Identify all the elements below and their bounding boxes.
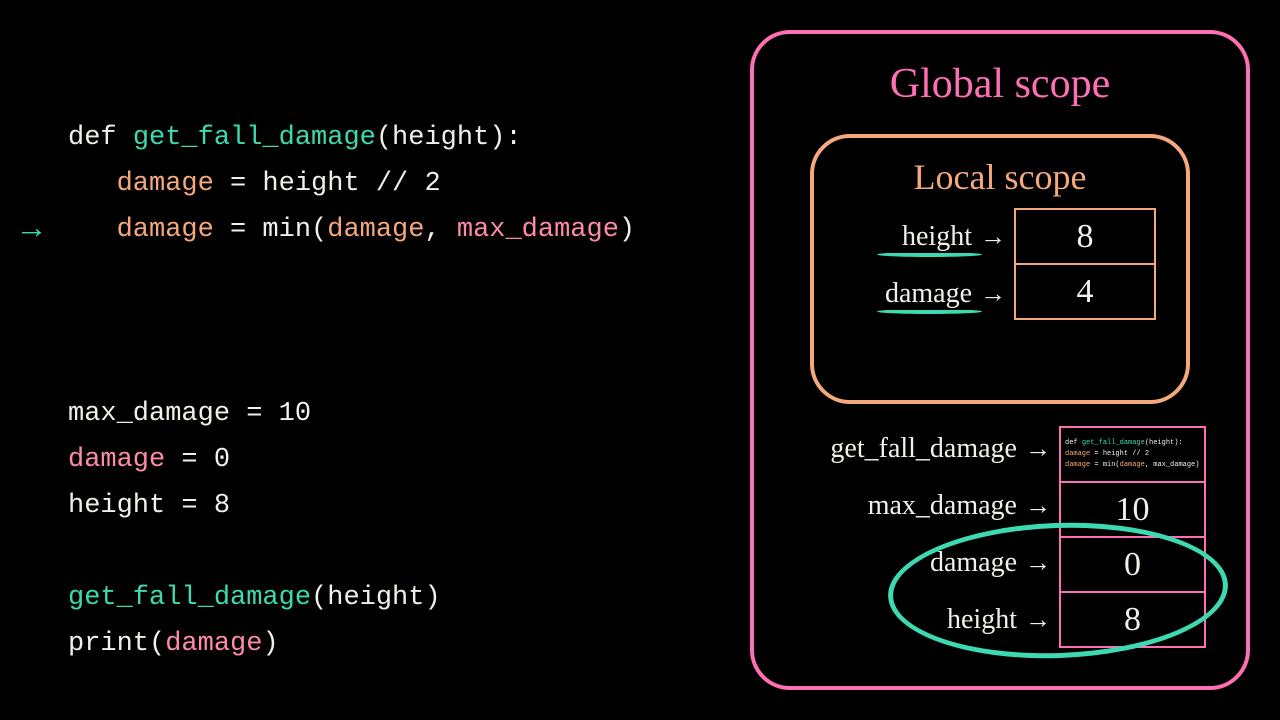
code-text: = 0 xyxy=(165,445,230,475)
code-text: = height // 2 xyxy=(214,169,441,199)
fn-call: get_fall_damage xyxy=(68,583,311,613)
local-scope-box: Local scope height → damage → 8 4 xyxy=(810,134,1190,404)
global-label-height: height → xyxy=(830,591,1051,648)
global-value-func: def get_fall_damage(height): damage = he… xyxy=(1060,427,1205,482)
global-value-damage: 0 xyxy=(1060,537,1205,592)
label-text: damage xyxy=(885,278,972,310)
label-text: max_damage xyxy=(868,490,1017,522)
global-label-func: get_fall_damage → xyxy=(830,420,1051,477)
global-value-height: 8 xyxy=(1060,592,1205,647)
code-line: max_damage = 10 xyxy=(68,399,311,429)
arg-damage: damage xyxy=(327,215,424,245)
print-arg: damage xyxy=(165,629,262,659)
fn-name: get_fall_damage xyxy=(133,123,376,153)
label-text: damage xyxy=(930,547,1017,579)
arrow-icon: → xyxy=(980,279,1006,309)
local-value-height: 8 xyxy=(1015,209,1155,264)
global-scope-title: Global scope xyxy=(754,60,1246,108)
var-damage: damage xyxy=(117,169,214,199)
var-damage-global: damage xyxy=(68,445,165,475)
global-labels: get_fall_damage → max_damage → damage → hei… xyxy=(830,420,1051,648)
code-text: ) xyxy=(619,215,635,245)
arrow-icon: → xyxy=(1025,434,1051,464)
code-block: def get_fall_damage(height): damage = he… xyxy=(68,115,635,667)
code-text: ) xyxy=(262,629,278,659)
code-text: (height): xyxy=(376,123,522,153)
local-scope-title: Local scope xyxy=(814,156,1186,198)
execution-arrow-icon: → xyxy=(22,211,41,248)
global-scope-box: Global scope Local scope height → damage →… xyxy=(750,30,1250,690)
var-damage: damage xyxy=(117,215,214,245)
code-text: (height) xyxy=(311,583,441,613)
indent xyxy=(68,215,117,245)
label-text: height xyxy=(947,604,1017,636)
arrow-icon: → xyxy=(1025,605,1051,635)
local-label-damage: damage → xyxy=(885,265,1006,322)
local-value-damage: 4 xyxy=(1015,264,1155,319)
label-text: height xyxy=(902,221,972,253)
arg-max-damage: max_damage xyxy=(457,215,619,245)
local-label-height: height → xyxy=(885,208,1006,265)
underline-icon xyxy=(877,309,982,314)
indent xyxy=(68,169,117,199)
kw-def: def xyxy=(68,123,133,153)
label-text: get_fall_damage xyxy=(830,433,1017,465)
global-label-damage: damage → xyxy=(830,534,1051,591)
arrow-icon: → xyxy=(1025,491,1051,521)
code-line: height = 8 xyxy=(68,491,230,521)
local-value-table: 8 4 xyxy=(1014,208,1156,320)
global-value-max-damage: 10 xyxy=(1060,482,1205,537)
local-labels: height → damage → xyxy=(885,208,1006,322)
arrow-icon: → xyxy=(980,222,1006,252)
underline-icon xyxy=(877,252,982,257)
global-label-max-damage: max_damage → xyxy=(830,477,1051,534)
arrow-icon: → xyxy=(1025,548,1051,578)
code-text: print( xyxy=(68,629,165,659)
global-value-table: def get_fall_damage(height): damage = he… xyxy=(1059,426,1206,648)
code-text: , xyxy=(424,215,456,245)
code-text: = min( xyxy=(214,215,327,245)
